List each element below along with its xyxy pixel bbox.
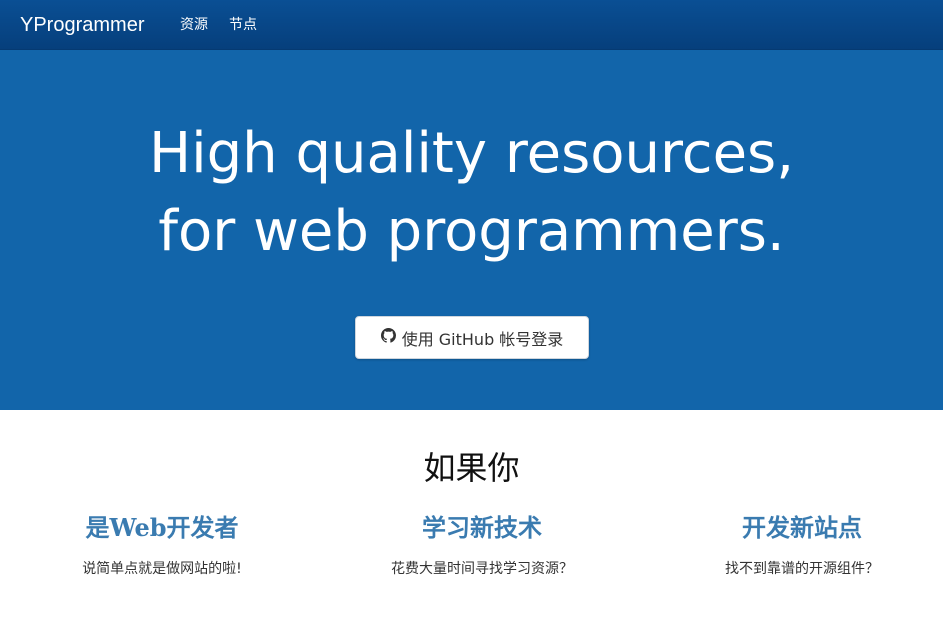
- feature-web-developer: 是Web开发者 说简单点就是做网站的啦!: [2, 510, 322, 578]
- feature-title: 学习新技术: [422, 513, 542, 542]
- hero-title-line-1: High quality resources,: [148, 121, 795, 186]
- feature-title: 开发新站点: [742, 513, 862, 542]
- github-login-button[interactable]: 使用 GitHub 帐号登录: [355, 316, 589, 359]
- section-title: 如果你: [423, 449, 520, 487]
- nav-link-nodes[interactable]: 节点: [229, 16, 257, 34]
- feature-new-site: 开发新站点 找不到靠谱的开源组件？: [642, 510, 943, 578]
- nav-link-resources[interactable]: 资源: [180, 16, 208, 34]
- hero-title: High quality resources, for web programm…: [0, 115, 943, 271]
- hero-title-line-2: for web programmers.: [158, 199, 785, 264]
- feature-learn-tech: 学习新技术 花费大量时间寻找学习资源？: [322, 510, 642, 578]
- feature-desc: 花费大量时间寻找学习资源？: [391, 561, 573, 577]
- github-icon: [380, 328, 402, 347]
- brand-logo-link[interactable]: YProgrammer: [20, 13, 144, 37]
- feature-desc: 找不到靠谱的开源组件？: [725, 561, 879, 577]
- github-login-label: 使用 GitHub 帐号登录: [401, 329, 564, 349]
- top-navbar: YProgrammer 资源 节点: [0, 0, 943, 50]
- feature-title: 是Web开发者: [85, 513, 239, 542]
- feature-desc: 说简单点就是做网站的啦!: [82, 561, 242, 577]
- hero-banner: High quality resources, for web programm…: [0, 50, 943, 410]
